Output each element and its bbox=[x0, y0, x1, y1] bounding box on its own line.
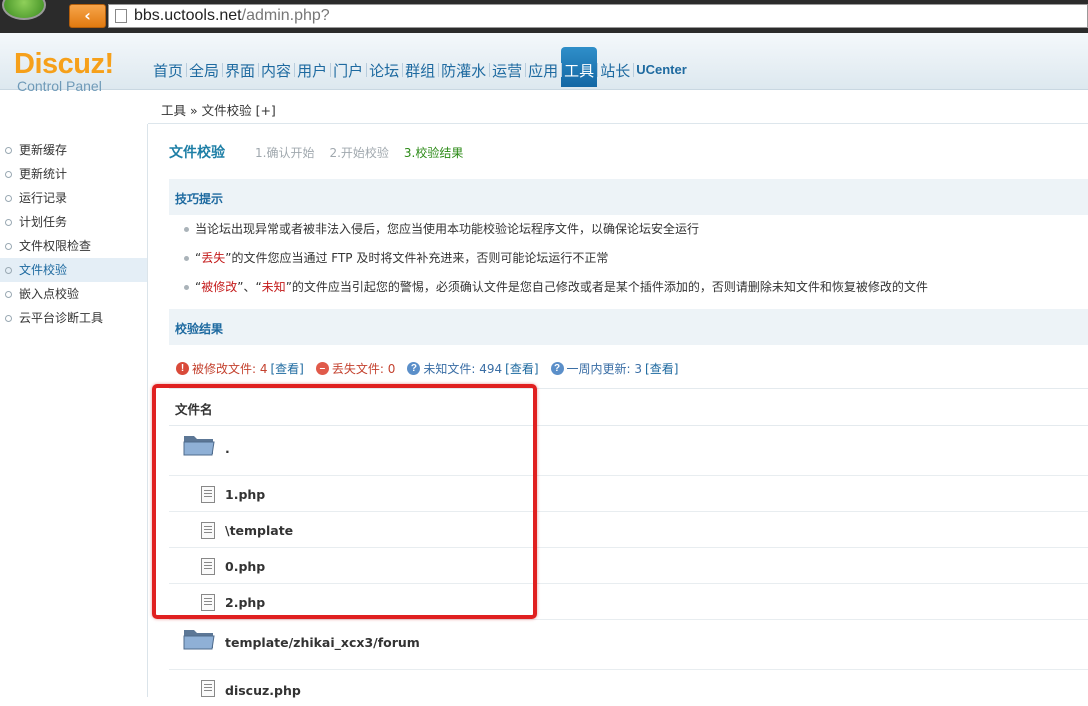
error-icon: ! bbox=[176, 361, 189, 375]
tab-interface[interactable]: 界面 bbox=[222, 47, 258, 87]
sidebar-item-update-cache[interactable]: 更新缓存 bbox=[0, 138, 147, 162]
table-row[interactable]: 2.php bbox=[169, 584, 1088, 620]
file-name: discuz.php bbox=[225, 683, 301, 698]
sidebar-item-update-stats[interactable]: 更新统计 bbox=[0, 162, 147, 186]
page-title: 文件校验 bbox=[169, 145, 225, 161]
file-icon bbox=[201, 522, 215, 539]
sidebar-item-hook-check[interactable]: 嵌入点校验 bbox=[0, 282, 147, 306]
tab-antispam[interactable]: 防灌水 bbox=[438, 47, 489, 87]
step-result: 3.校验结果 bbox=[403, 146, 464, 160]
tip-item: 当论坛出现异常或者被非法入侵后，您应当使用本功能校验论坛程序文件，以确保论坛安全… bbox=[184, 218, 1084, 247]
step-start: 2.开始校验 bbox=[329, 146, 389, 160]
tab-portal[interactable]: 门户 bbox=[330, 47, 366, 87]
url-text: bbs.uctools.net/admin.php? bbox=[134, 7, 330, 24]
tab-webmaster[interactable]: 站长 bbox=[597, 47, 633, 87]
breadcrumb-bar: 工具 » 文件校验 [+] bbox=[148, 90, 1088, 124]
file-icon bbox=[201, 680, 215, 697]
tab-global[interactable]: 全局 bbox=[186, 47, 222, 87]
table-row[interactable]: . bbox=[169, 426, 1088, 476]
step-confirm: 1.确认开始 bbox=[255, 146, 315, 160]
summary-missing: – 丢失文件: 0 bbox=[315, 360, 395, 377]
view-modified-link[interactable]: [查看] bbox=[271, 360, 304, 377]
table-row[interactable]: discuz.php bbox=[169, 670, 1088, 706]
folder-icon bbox=[183, 436, 215, 456]
tab-apps[interactable]: 应用 bbox=[525, 47, 561, 87]
table-row[interactable]: 1.php bbox=[169, 476, 1088, 512]
tab-users[interactable]: 用户 bbox=[294, 47, 330, 87]
brand-name: Discuz! bbox=[14, 48, 114, 80]
file-icon bbox=[201, 486, 215, 503]
table-row[interactable]: \template bbox=[169, 512, 1088, 548]
view-unknown-link[interactable]: [查看] bbox=[505, 360, 538, 377]
file-name: 1.php bbox=[225, 487, 266, 502]
column-header-filename: 文件名 bbox=[175, 402, 213, 417]
file-name: template/zhikai_xcx3/forum bbox=[225, 635, 420, 650]
sidebar-item-run-log[interactable]: 运行记录 bbox=[0, 186, 147, 210]
results-summary: ! 被修改文件: 4 [查看] – 丢失文件: 0 ? 未知文件: 494 [查… bbox=[176, 356, 690, 380]
tab-content[interactable]: 内容 bbox=[258, 47, 294, 87]
view-week-link[interactable]: [查看] bbox=[645, 360, 678, 377]
file-name: \template bbox=[225, 523, 294, 538]
question-icon: ? bbox=[550, 361, 564, 375]
back-button[interactable]: ‹ bbox=[69, 4, 106, 28]
file-name: 0.php bbox=[225, 559, 266, 574]
page-icon bbox=[115, 9, 127, 23]
tab-ucenter[interactable]: UCenter bbox=[633, 47, 690, 87]
browser-toolbar: ‹ bbs.uctools.net/admin.php? bbox=[0, 0, 1088, 33]
sidebar-item-cloud-diagnostics[interactable]: 云平台诊断工具 bbox=[0, 306, 147, 330]
tab-operations[interactable]: 运营 bbox=[489, 47, 525, 87]
main-content: 文件校验 1.确认开始 2.开始校验 3.校验结果 技巧提示 当论坛出现异常或者… bbox=[148, 124, 1088, 698]
file-icon bbox=[201, 558, 215, 575]
admin-header: Discuz! Control Panel 首页 全局 界面 内容 用户 门户 … bbox=[0, 33, 1088, 93]
tab-tools[interactable]: 工具 bbox=[561, 47, 598, 87]
divider bbox=[169, 388, 1088, 389]
breadcrumb[interactable]: 工具 » 文件校验 [+] bbox=[161, 100, 276, 119]
discuz-logo[interactable]: Discuz! Control Panel bbox=[14, 49, 114, 93]
top-nav: 首页 全局 界面 内容 用户 门户 论坛 群组 防灌水 运营 应用 工具 站长 … bbox=[150, 47, 690, 87]
results-heading: 校验结果 bbox=[169, 309, 1088, 345]
question-icon: ? bbox=[407, 361, 421, 375]
summary-week: ? 一周内更新: 3 [查看] bbox=[550, 360, 678, 377]
tip-item: “被修改”、“未知”的文件应当引起您的警惕，必须确认文件是您自己修改或者是某个插… bbox=[184, 276, 1084, 305]
tips-list: 当论坛出现异常或者被非法入侵后，您应当使用本功能校验论坛程序文件，以确保论坛安全… bbox=[184, 218, 1084, 305]
file-icon bbox=[201, 594, 215, 611]
step-bar: 文件校验 1.确认开始 2.开始校验 3.校验结果 bbox=[169, 142, 478, 162]
sidebar-item-scheduled-tasks[interactable]: 计划任务 bbox=[0, 210, 147, 234]
tip-item: “丢失”的文件您应当通过 FTP 及时将文件补充进来，否则可能论坛运行不正常 bbox=[184, 247, 1084, 276]
browser-logo-icon[interactable] bbox=[2, 0, 46, 20]
sidebar-item-file-check[interactable]: 文件校验 bbox=[0, 258, 147, 282]
summary-unknown: ? 未知文件: 494 [查看] bbox=[407, 360, 539, 377]
minus-icon: – bbox=[315, 361, 329, 375]
tab-home[interactable]: 首页 bbox=[150, 47, 186, 87]
file-name: . bbox=[225, 441, 230, 456]
file-name: 2.php bbox=[225, 595, 266, 610]
tab-forum[interactable]: 论坛 bbox=[366, 47, 402, 87]
folder-icon bbox=[183, 630, 215, 650]
table-row[interactable]: 0.php bbox=[169, 548, 1088, 584]
table-row[interactable]: template/zhikai_xcx3/forum bbox=[169, 620, 1088, 670]
brand-subtitle: Control Panel bbox=[17, 78, 102, 94]
address-bar[interactable]: bbs.uctools.net/admin.php? bbox=[108, 4, 1088, 28]
tips-heading: 技巧提示 bbox=[169, 179, 1088, 215]
sidebar-item-file-permissions[interactable]: 文件权限检查 bbox=[0, 234, 147, 258]
sidebar: 更新缓存 更新统计 运行记录 计划任务 文件权限检查 文件校验 嵌入点校验 云平… bbox=[0, 124, 148, 697]
tab-groups[interactable]: 群组 bbox=[402, 47, 438, 87]
summary-modified: ! 被修改文件: 4 [查看] bbox=[176, 360, 304, 377]
